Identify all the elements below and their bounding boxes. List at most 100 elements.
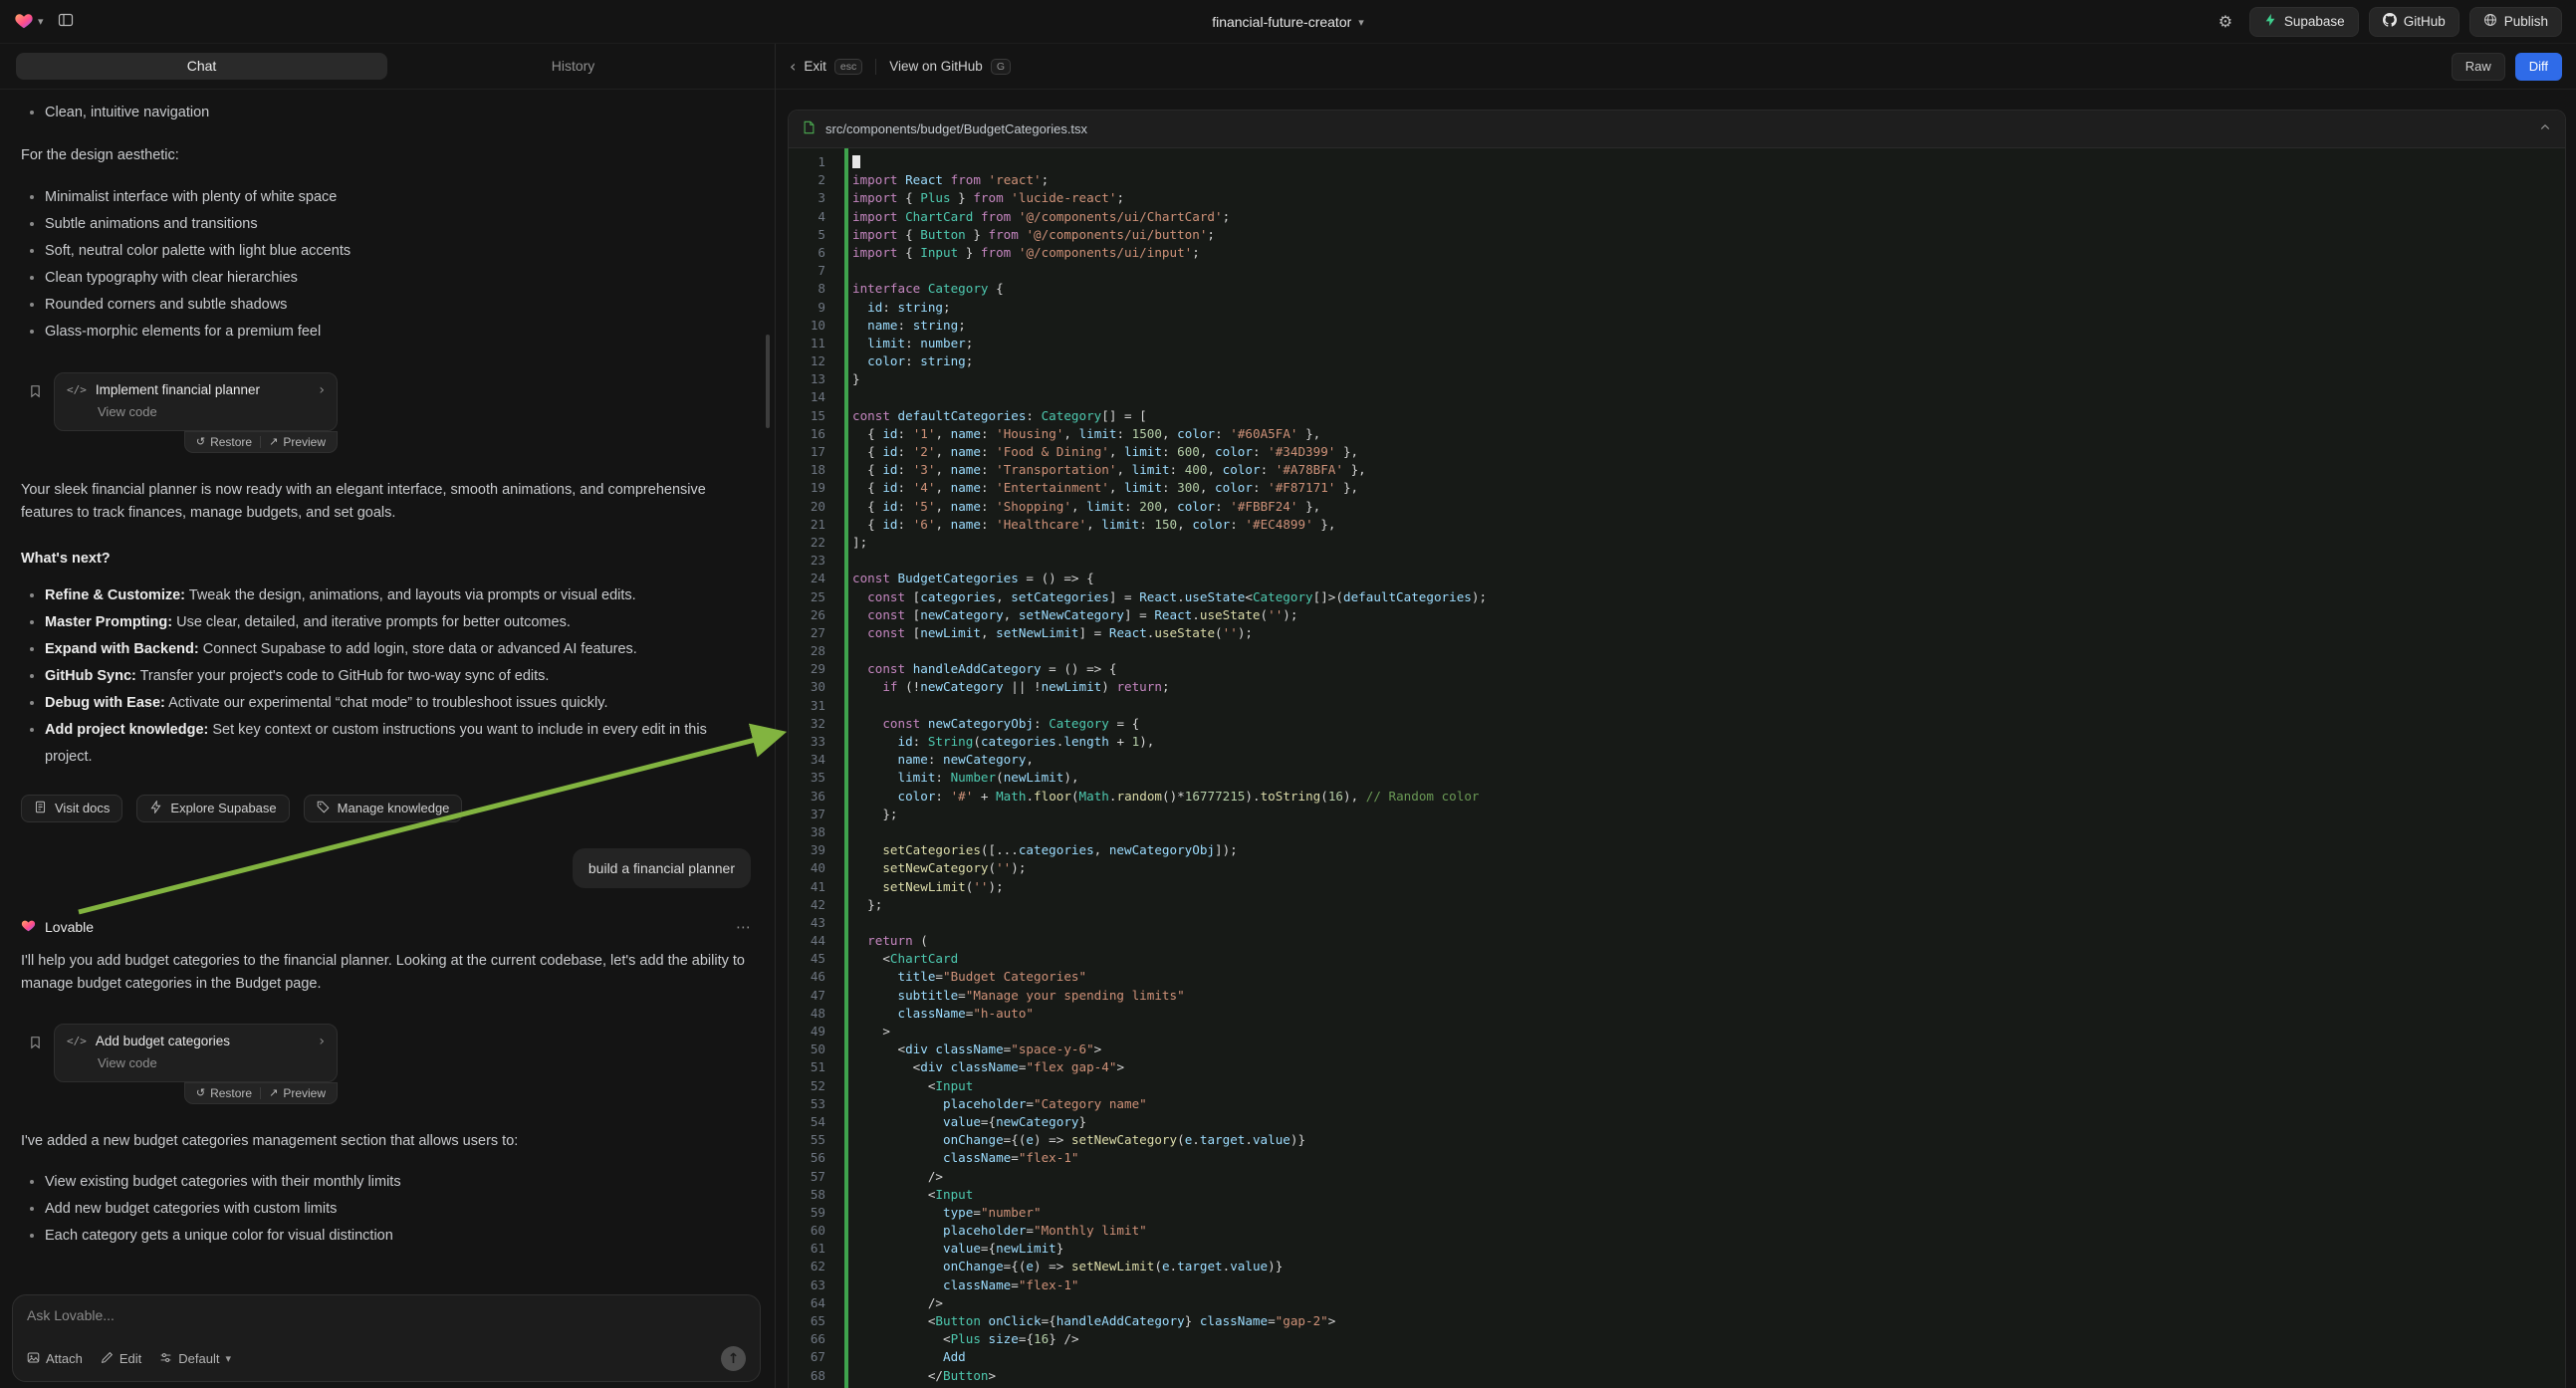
code-line: 55 onChange={(e) => setNewCategory(e.tar… — [789, 1131, 2565, 1149]
line-number: 43 — [789, 914, 834, 932]
view-code-link[interactable]: View code — [98, 404, 325, 419]
line-number: 39 — [789, 841, 834, 859]
card-title: Add budget categories — [96, 1034, 311, 1048]
view-code-link[interactable]: View code — [98, 1055, 325, 1070]
restore-button[interactable]: ↺ Restore — [188, 1086, 260, 1100]
mode-select-button[interactable]: Default ▾ — [159, 1351, 231, 1367]
code-line: 68 </Button> — [789, 1367, 2565, 1385]
esc-shortcut-badge: esc — [834, 59, 862, 75]
tab-chat[interactable]: Chat — [16, 53, 387, 80]
code-line: 27 const [newLimit, setNewLimit] = React… — [789, 624, 2565, 642]
chevron-right-icon: › — [319, 382, 325, 398]
line-number: 45 — [789, 950, 834, 968]
code-line: 9 id: string; — [789, 299, 2565, 317]
preview-label: Preview — [283, 1086, 326, 1100]
external-link-icon: ↗ — [269, 1086, 278, 1099]
preview-button[interactable]: ↗ Preview — [261, 435, 334, 449]
sliders-icon — [159, 1351, 172, 1367]
publish-button[interactable]: Publish — [2469, 7, 2562, 37]
bolt-icon — [149, 801, 162, 816]
code-line: 33 id: String(categories.length + 1), — [789, 733, 2565, 751]
code-line: 53 placeholder="Category name" — [789, 1095, 2565, 1113]
list-item: Each category gets a unique color for vi… — [45, 1223, 751, 1250]
explore-supabase-button[interactable]: Explore Supabase — [136, 795, 289, 822]
line-number: 55 — [789, 1131, 834, 1149]
code-line: 36 color: '#' + Math.floor(Math.random()… — [789, 788, 2565, 806]
diff-button[interactable]: Diff — [2515, 53, 2562, 81]
code-change-card[interactable]: </> Add budget categories › View code — [54, 1024, 338, 1082]
message-more-button[interactable]: ⋯ — [736, 918, 751, 936]
line-number: 25 — [789, 588, 834, 606]
explore-supabase-label: Explore Supabase — [170, 801, 276, 815]
preview-button[interactable]: ↗ Preview — [261, 1086, 334, 1100]
line-number: 40 — [789, 859, 834, 877]
list-item: Soft, neutral color palette with light b… — [45, 238, 751, 265]
composer-toolbar: Attach Edit Default ▾ ↑ — [27, 1346, 746, 1371]
line-number: 68 — [789, 1367, 834, 1385]
design-intro-text: For the design aesthetic: — [21, 144, 751, 168]
edit-mode-button[interactable]: Edit — [101, 1351, 141, 1367]
visit-docs-button[interactable]: Visit docs — [21, 795, 122, 822]
code-line: 34 name: newCategory, — [789, 751, 2565, 769]
restore-label: Restore — [210, 1086, 252, 1100]
line-number: 23 — [789, 552, 834, 570]
code-line: 32 const newCategoryObj: Category = { — [789, 715, 2565, 733]
code-line: 39 setCategories([...categories, newCate… — [789, 841, 2565, 859]
manage-knowledge-button[interactable]: Manage knowledge — [304, 795, 463, 822]
tab-history[interactable]: History — [387, 53, 759, 80]
settings-button[interactable]: ⚙ — [2212, 8, 2239, 36]
code-icon: </> — [67, 1035, 87, 1047]
raw-button[interactable]: Raw — [2452, 53, 2505, 81]
file-header[interactable]: src/components/budget/BudgetCategories.t… — [789, 111, 2565, 148]
code-line: 17 { id: '2', name: 'Food & Dining', lim… — [789, 443, 2565, 461]
code-line: 52 <Input — [789, 1077, 2565, 1095]
code-line: 20 { id: '5', name: 'Shopping', limit: 2… — [789, 498, 2565, 516]
collapse-file-button[interactable] — [2539, 121, 2551, 136]
code-line: 37 }; — [789, 806, 2565, 823]
github-button[interactable]: GitHub — [2369, 7, 2459, 37]
chat-input[interactable] — [27, 1307, 746, 1323]
code-line: 58 <Input — [789, 1186, 2565, 1204]
line-number: 58 — [789, 1186, 834, 1204]
exit-button[interactable]: ‹ Exit esc — [790, 57, 862, 76]
external-link-icon: ↗ — [269, 435, 278, 448]
project-switcher[interactable]: financial-future-creator ▾ — [1212, 14, 1364, 30]
line-number: 41 — [789, 878, 834, 896]
code-viewer-header: ‹ Exit esc View on GitHub G Raw Diff — [776, 44, 2576, 90]
code-editor[interactable]: 12import React from 'react';3import { Pl… — [789, 148, 2565, 1388]
chat-history-tabs: Chat History — [16, 53, 759, 80]
code-line: 11 limit: number; — [789, 335, 2565, 352]
card-title: Implement financial planner — [96, 382, 311, 397]
attach-label: Attach — [46, 1351, 83, 1366]
code-line: 61 value={newLimit} — [789, 1240, 2565, 1258]
restore-icon: ↺ — [196, 1086, 205, 1099]
line-number: 11 — [789, 335, 834, 352]
manage-knowledge-label: Manage knowledge — [338, 801, 450, 815]
sidebar-toggle-button[interactable] — [52, 8, 80, 36]
chat-panel: Chat History Clean, intuitive navigation… — [0, 44, 776, 1388]
code-line: 64 /> — [789, 1294, 2565, 1312]
chat-scrollbar-thumb[interactable] — [766, 335, 770, 428]
text-cursor — [852, 155, 860, 168]
file-added-icon — [803, 120, 816, 138]
code-line: 16 { id: '1', name: 'Housing', limit: 15… — [789, 425, 2565, 443]
code-line: 7 — [789, 262, 2565, 280]
list-item: Expand with Backend: Connect Supabase to… — [45, 636, 751, 663]
view-on-github-button[interactable]: View on GitHub G — [889, 59, 1011, 75]
restore-button[interactable]: ↺ Restore — [188, 435, 260, 449]
list-item: Subtle animations and transitions — [45, 211, 751, 238]
chat-composer: Attach Edit Default ▾ ↑ — [12, 1294, 761, 1382]
code-line: 15const defaultCategories: Category[] = … — [789, 407, 2565, 425]
send-button[interactable]: ↑ — [721, 1346, 746, 1371]
document-icon — [34, 801, 47, 816]
line-number: 67 — [789, 1348, 834, 1366]
code-line: 59 type="number" — [789, 1204, 2565, 1222]
chat-message-list[interactable]: Clean, intuitive navigation For the desi… — [0, 90, 775, 1286]
line-number: 42 — [789, 896, 834, 914]
line-number: 35 — [789, 769, 834, 787]
lovable-logo-menu[interactable]: ▾ — [14, 11, 44, 32]
attach-button[interactable]: Attach — [27, 1351, 83, 1367]
code-change-card[interactable]: </> Implement financial planner › View c… — [54, 372, 338, 431]
line-number: 59 — [789, 1204, 834, 1222]
supabase-button[interactable]: Supabase — [2249, 7, 2359, 37]
